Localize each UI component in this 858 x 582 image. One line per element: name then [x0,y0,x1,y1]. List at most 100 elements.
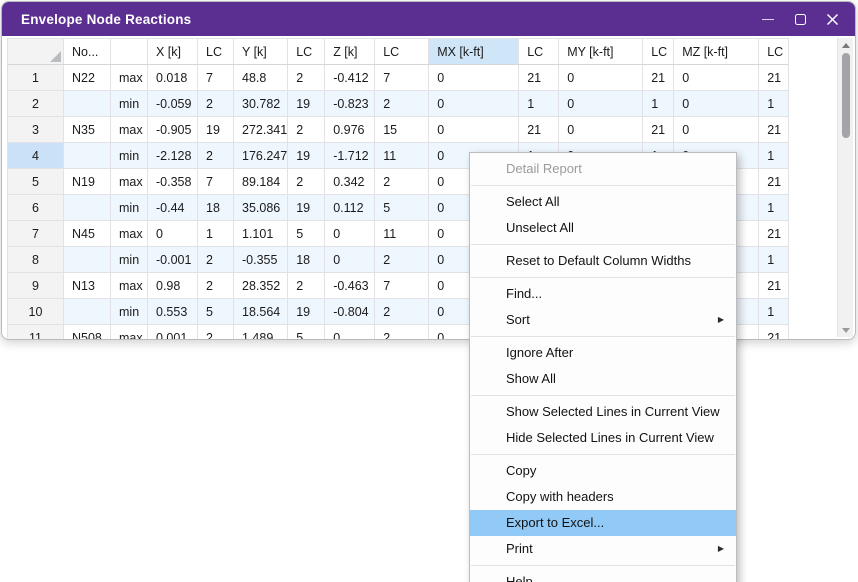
window-titlebar[interactable]: Envelope Node Reactions [2,2,855,36]
table-cell[interactable]: 0 [148,221,198,247]
row-number[interactable]: 11 [8,325,64,341]
table-cell[interactable]: -0.412 [325,65,375,91]
maximize-button[interactable] [787,6,813,32]
table-cell[interactable]: 21 [519,65,559,91]
menu-item-show-all[interactable]: Show All [470,366,736,392]
table-cell[interactable]: 2 [288,65,325,91]
table-cell[interactable]: -1.712 [325,143,375,169]
table-cell[interactable]: 21 [759,169,789,195]
table-cell[interactable]: 35.086 [234,195,288,221]
table-cell[interactable]: 1 [759,143,789,169]
table-cell[interactable]: -0.44 [148,195,198,221]
table-cell[interactable]: 0.976 [325,117,375,143]
row-number[interactable]: 3 [8,117,64,143]
table-cell[interactable]: -0.001 [148,247,198,273]
table-cell[interactable]: 19 [288,143,325,169]
table-cell[interactable]: 0 [674,65,759,91]
menu-item-unselect-all[interactable]: Unselect All [470,215,736,241]
row-number[interactable]: 8 [8,247,64,273]
table-cell[interactable]: N22 [64,65,111,91]
table-cell[interactable]: 21 [519,117,559,143]
table-cell[interactable]: 18 [198,195,234,221]
table-cell[interactable]: 1 [759,91,789,117]
menu-item-sort[interactable]: Sort▶ [470,307,736,333]
table-cell[interactable]: 2 [288,169,325,195]
scrollbar-thumb[interactable] [842,53,850,138]
table-cell[interactable]: 0.001 [148,325,198,341]
table-cell[interactable]: 5 [288,325,325,341]
table-cell[interactable]: 7 [375,273,429,299]
column-header-lc[interactable]: LC [759,39,789,65]
table-cell[interactable]: max [111,221,148,247]
table-cell[interactable]: 7 [198,169,234,195]
column-header-lc[interactable]: LC [643,39,674,65]
table-cell[interactable]: 0 [559,91,643,117]
table-cell[interactable]: -0.355 [234,247,288,273]
table-cell[interactable]: 0 [325,221,375,247]
table-cell[interactable]: max [111,273,148,299]
column-header-y-k[interactable]: Y [k] [234,39,288,65]
table-cell[interactable]: 19 [198,117,234,143]
table-cell[interactable]: 21 [759,117,789,143]
table-cell[interactable]: 5 [198,299,234,325]
table-cell[interactable]: 2 [198,325,234,341]
table-cell[interactable]: 0.342 [325,169,375,195]
column-header-my-k-ft[interactable]: MY [k-ft] [559,39,643,65]
table-cell[interactable]: -0.804 [325,299,375,325]
table-cell[interactable]: 2 [375,169,429,195]
menu-item-hide-selected-lines-in-current-view[interactable]: Hide Selected Lines in Current View [470,425,736,451]
column-header-blank[interactable] [111,39,148,65]
table-cell[interactable]: 19 [288,299,325,325]
table-cell[interactable]: 2 [198,143,234,169]
row-number[interactable]: 10 [8,299,64,325]
table-cell[interactable]: 21 [759,221,789,247]
table-cell[interactable]: 0 [559,65,643,91]
table-cell[interactable]: 18 [288,247,325,273]
table-cell[interactable]: 5 [375,195,429,221]
table-cell[interactable]: 28.352 [234,273,288,299]
table-cell[interactable]: max [111,117,148,143]
menu-item-copy-with-headers[interactable]: Copy with headers [470,484,736,510]
column-header-z-k[interactable]: Z [k] [325,39,375,65]
menu-item-select-all[interactable]: Select All [470,189,736,215]
table-cell[interactable]: N35 [64,117,111,143]
table-cell[interactable]: min [111,143,148,169]
table-cell[interactable]: min [111,299,148,325]
table-cell[interactable]: 11 [375,143,429,169]
table-cell[interactable]: 21 [759,325,789,341]
table-cell[interactable]: 1 [759,299,789,325]
table-cell[interactable]: 0.018 [148,65,198,91]
table-cell[interactable] [64,247,111,273]
table-cell[interactable]: 2 [198,247,234,273]
table-cell[interactable]: 0 [559,117,643,143]
table-cell[interactable]: min [111,91,148,117]
menu-item-print[interactable]: Print▶ [470,536,736,562]
table-cell[interactable]: 272.341 [234,117,288,143]
table-cell[interactable]: -0.463 [325,273,375,299]
table-cell[interactable]: 0 [674,91,759,117]
table-cell[interactable]: 1 [198,221,234,247]
table-cell[interactable]: 21 [759,273,789,299]
table-cell[interactable]: 1 [519,91,559,117]
column-header-lc[interactable]: LC [198,39,234,65]
table-cell[interactable]: -0.905 [148,117,198,143]
menu-item-show-selected-lines-in-current-view[interactable]: Show Selected Lines in Current View [470,399,736,425]
menu-item-reset-to-default-column-widths[interactable]: Reset to Default Column Widths [470,248,736,274]
table-cell[interactable]: -0.823 [325,91,375,117]
table-cell[interactable]: 1 [643,91,674,117]
table-cell[interactable] [64,91,111,117]
table-cell[interactable]: 1.489 [234,325,288,341]
row-number[interactable]: 2 [8,91,64,117]
table-cell[interactable]: min [111,247,148,273]
table-cell[interactable]: 2 [198,91,234,117]
minimize-button[interactable] [755,6,781,32]
menu-item-copy[interactable]: Copy [470,458,736,484]
table-cell[interactable]: -0.358 [148,169,198,195]
table-cell[interactable]: -0.059 [148,91,198,117]
column-header-mz-k-ft[interactable]: MZ [k-ft] [674,39,759,65]
table-cell[interactable]: max [111,169,148,195]
column-header-lc[interactable]: LC [375,39,429,65]
table-cell[interactable]: N45 [64,221,111,247]
table-cell[interactable]: 2 [375,325,429,341]
table-cell[interactable]: 30.782 [234,91,288,117]
